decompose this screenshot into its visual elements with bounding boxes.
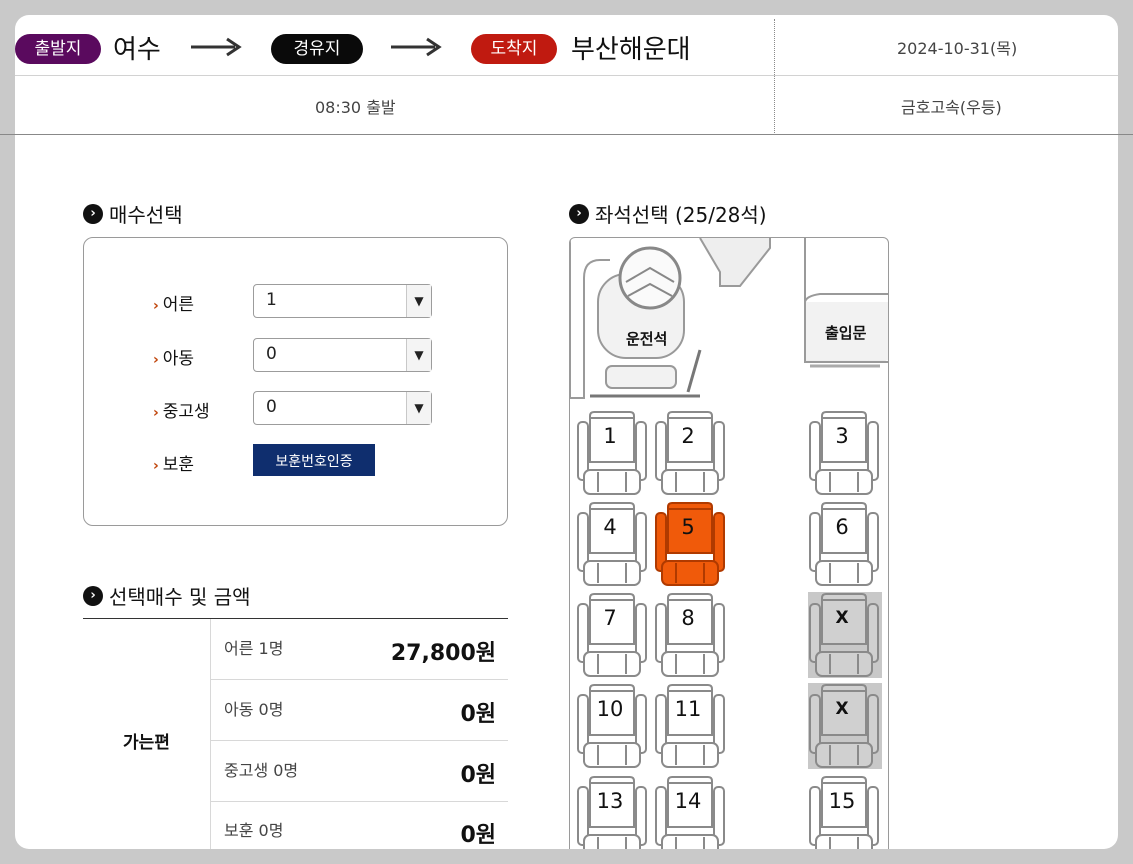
chevron-right-icon: ›	[83, 585, 103, 606]
via-badge: 경유지	[271, 34, 363, 64]
seat-number: X	[835, 699, 849, 719]
departure-place: 여수	[113, 35, 161, 65]
seat-number: 8	[681, 606, 695, 630]
arrival-place: 부산해운대	[571, 35, 691, 65]
trip-label: 가는편	[123, 733, 170, 753]
ticket-select-box	[83, 237, 508, 526]
seat-15[interactable]: 15	[808, 775, 882, 849]
chevron-right-icon: ›	[153, 405, 159, 421]
seat-icon	[809, 502, 879, 586]
summary-row: 어른 1명 27,800원	[210, 619, 508, 680]
seat-number: 14	[674, 789, 702, 813]
ticket-select-title: › 매수선택	[83, 199, 183, 228]
ticket-label-student: › 중고생	[153, 402, 210, 422]
seat-icon	[808, 592, 882, 678]
ticket-label-child: › 아동	[153, 349, 195, 369]
seat-icon	[577, 502, 647, 586]
seat-number: 4	[603, 515, 617, 539]
child-count-select[interactable]: 0 ▼	[253, 338, 432, 372]
seat-number: 2	[681, 424, 695, 448]
chevron-right-icon: ›	[153, 458, 159, 474]
seat-number: 5	[681, 515, 695, 539]
adult-count-select[interactable]: 1 ▼	[253, 284, 432, 318]
seat-number: 11	[674, 697, 702, 721]
seat-icon	[655, 593, 725, 677]
arrow-right-icon	[391, 37, 442, 57]
content-area: › 매수선택 › 어른 1 ▼ › 아동 0 ▼ › 중고생 0 ▼ › 보훈 보훈번호…	[15, 166, 1118, 849]
seat-number: 13	[596, 789, 624, 813]
seat-10[interactable]: 10	[576, 683, 650, 769]
chevron-right-icon: ›	[153, 352, 159, 368]
chevron-down-icon: ▼	[406, 339, 431, 371]
seat-1[interactable]: 1	[576, 410, 650, 496]
seat-icon	[809, 411, 879, 495]
departure-badge: 출발지	[15, 34, 101, 64]
seat-6[interactable]: 6	[808, 501, 882, 587]
header-divider	[774, 19, 775, 135]
ticket-label-veteran: › 보훈	[153, 455, 195, 475]
seat-11[interactable]: 11	[654, 683, 728, 769]
seat-icon	[577, 593, 647, 677]
departure-time: 08:30 출발	[315, 98, 396, 117]
summary-row: 중고생 0명 0원	[210, 741, 508, 802]
seat-8[interactable]: 8	[654, 592, 728, 678]
arrow-right-icon	[191, 37, 242, 57]
seat-icon	[577, 684, 647, 768]
seat-number: 6	[835, 515, 849, 539]
seat-number: X	[835, 608, 849, 628]
seat-number: 10	[596, 697, 624, 721]
summary-row: 아동 0명 0원	[210, 680, 508, 741]
chevron-right-icon: ›	[153, 298, 159, 314]
seat-select-title-text: 좌석선택 (25/28석)	[595, 203, 767, 227]
seat-3[interactable]: 3	[808, 410, 882, 496]
seat-icon	[808, 683, 882, 769]
ticket-select-title-text: 매수선택	[109, 203, 183, 227]
route-detail-row: 08:30 출발 금호고속(우등)	[15, 76, 1118, 135]
chevron-right-icon: ›	[83, 203, 103, 224]
seat-icon	[655, 502, 725, 586]
travel-date: 2024-10-31(목)	[897, 39, 1018, 58]
seat-number: 15	[828, 789, 856, 813]
bus-company: 금호고속(우등)	[901, 98, 1002, 117]
summary-row: 보훈 0명 0원	[224, 821, 496, 848]
seat-4[interactable]: 4	[576, 501, 650, 587]
driver-seat-label: 운전석	[626, 330, 668, 348]
door-label: 출입문	[825, 324, 867, 342]
section-divider	[0, 134, 1133, 165]
summary-title-text: 선택매수 및 금액	[109, 585, 251, 609]
bus-seat-map: 운전석 출입문 1 2 3 4 5 6 7 8 X 10 11 X 13 14 15	[569, 237, 889, 849]
seat-5[interactable]: 5	[654, 501, 728, 587]
seat-14[interactable]: 14	[654, 775, 728, 849]
student-count-select[interactable]: 0 ▼	[253, 391, 432, 425]
seat-2[interactable]: 2	[654, 410, 728, 496]
seat-unavailable: X	[808, 592, 882, 678]
chevron-right-icon: ›	[569, 203, 589, 224]
chevron-down-icon: ▼	[406, 285, 431, 317]
chevron-down-icon: ▼	[406, 392, 431, 424]
seat-13[interactable]: 13	[576, 775, 650, 849]
seat-number: 1	[603, 424, 617, 448]
seat-number: 7	[603, 606, 617, 630]
ticket-label-adult: › 어른	[153, 295, 195, 315]
seat-7[interactable]: 7	[576, 592, 650, 678]
seat-number: 3	[835, 424, 849, 448]
summary-title: › 선택매수 및 금액	[83, 581, 251, 610]
veteran-verify-button[interactable]: 보훈번호인증	[253, 444, 375, 476]
seat-icon	[655, 684, 725, 768]
arrival-badge: 도착지	[471, 34, 557, 64]
seat-select-title: › 좌석선택 (25/28석)	[569, 199, 767, 228]
route-header: 출발지 여수 경유지 도착지 부산해운대 2024-10-31(목)	[15, 15, 1118, 76]
seat-icon	[577, 411, 647, 495]
seat-icon	[655, 411, 725, 495]
seat-unavailable: X	[808, 683, 882, 769]
